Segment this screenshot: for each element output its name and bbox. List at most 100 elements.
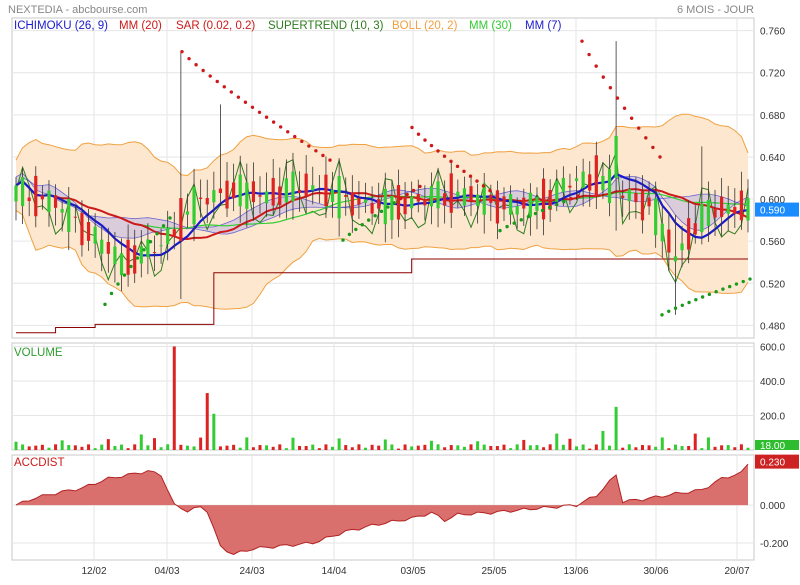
candle-body [396, 185, 401, 220]
candle-body [647, 197, 651, 207]
volume-bar [350, 447, 354, 450]
volume-bar [706, 437, 710, 450]
volume-bar [713, 446, 717, 450]
candle-body [680, 243, 684, 251]
volume-bar [601, 431, 605, 450]
volume-bar [14, 441, 18, 450]
candle-body [377, 199, 381, 209]
candle-body [139, 246, 143, 264]
sar-dot [714, 290, 718, 294]
sar-dot [587, 52, 591, 57]
sar-dot [547, 205, 552, 210]
volume-bar [726, 445, 730, 450]
volume-bar [733, 447, 737, 450]
sar-dot [405, 192, 409, 197]
candle-body [126, 239, 130, 275]
candle-body [27, 197, 31, 202]
candle-body [502, 196, 506, 210]
volume-bar [673, 444, 677, 450]
sar-dot [436, 149, 440, 153]
candle-body [660, 223, 664, 242]
candle-body [541, 178, 546, 220]
candle-body [284, 178, 288, 203]
candle-body [733, 206, 737, 215]
candle-body [654, 198, 658, 236]
volume-bar [700, 448, 704, 450]
sar-dot [250, 105, 255, 109]
price-tick-label: 0.520 [760, 279, 785, 290]
sar-dot [423, 138, 427, 142]
candle-body [179, 198, 183, 242]
candle-body [337, 175, 341, 219]
volume-bar [462, 446, 466, 450]
candle-body [205, 197, 209, 205]
candle-body [271, 177, 275, 206]
candle-body [640, 191, 645, 221]
sar-dot [243, 100, 248, 104]
volume-bar [495, 446, 499, 450]
volume-bar [588, 448, 592, 450]
candle-body [113, 246, 117, 265]
sar-dot [734, 282, 739, 286]
candle-body [621, 195, 625, 199]
sar-dot [608, 86, 613, 90]
volume-bar [232, 444, 236, 450]
volume-bar [660, 437, 664, 450]
volume-bar [515, 444, 519, 450]
sar-dot [148, 240, 153, 244]
candle-body [34, 175, 38, 217]
accdist-panel-title: ACCDIST [14, 457, 64, 469]
volume-bar [67, 445, 71, 450]
candle-body [482, 183, 486, 215]
sar-dot [321, 153, 325, 158]
candle-body [594, 155, 598, 197]
sar-dot [540, 208, 545, 213]
candle-body [258, 195, 262, 197]
sar-dot [429, 143, 434, 148]
candle-body [67, 198, 71, 232]
candle-body [251, 181, 256, 203]
volume-bar [218, 446, 222, 450]
volume-bar [205, 393, 209, 450]
volume-bar [456, 445, 460, 450]
volume-bar [383, 439, 387, 450]
volume-bar [271, 446, 275, 450]
sar-dot [187, 56, 191, 61]
volume-bar [60, 440, 64, 450]
volume-bar [166, 444, 170, 450]
sar-dot [594, 64, 598, 68]
sar-dot [481, 184, 486, 188]
candle-body [555, 180, 559, 202]
volume-bar [324, 444, 328, 450]
sar-dot [257, 110, 262, 114]
sar-dot [727, 284, 732, 289]
volume-bar [739, 444, 743, 450]
candle-body [574, 178, 579, 182]
sar-dot [576, 194, 580, 198]
price-tick-label: 0.640 [760, 153, 785, 164]
volume-bar [647, 445, 651, 450]
candle-body [449, 173, 453, 213]
sar-dot [300, 139, 304, 144]
sar-dot [741, 279, 745, 284]
candle-body [726, 204, 730, 214]
candle-body [739, 190, 744, 221]
candle-body [535, 197, 539, 211]
candle-body [614, 135, 618, 178]
date-tick-label: 03/05 [400, 566, 425, 577]
sar-dot [222, 85, 226, 89]
sar-dot [601, 75, 605, 79]
volume-last-value: 18.00 [760, 441, 785, 452]
volume-bar [34, 445, 38, 450]
candle-body [607, 169, 612, 204]
sar-dot [667, 309, 671, 313]
candle-body [297, 189, 302, 193]
sar-dot [286, 130, 290, 134]
volume-bar [152, 438, 156, 450]
volume-bar [126, 448, 130, 450]
sar-dot [569, 197, 573, 201]
candle-body [469, 186, 473, 202]
candle-body [185, 211, 190, 215]
sar-dot [366, 218, 371, 222]
candle-body [693, 223, 697, 235]
